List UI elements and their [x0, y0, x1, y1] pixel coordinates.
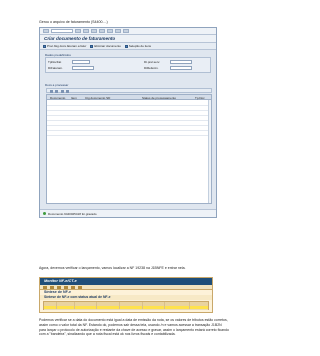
- exit-icon[interactable]: [91, 29, 97, 33]
- delete-document-button[interactable]: Eliminar documento: [90, 44, 121, 48]
- col-doc-type[interactable]: Tp.Doc: [195, 96, 205, 100]
- delete-icon: [90, 44, 94, 48]
- sort-icon[interactable]: [64, 285, 68, 289]
- billing-date-label: DtFaturam.: [48, 66, 64, 70]
- column-divider: [189, 302, 190, 309]
- select-all-icon[interactable]: [50, 90, 53, 93]
- col-item[interactable]: Item: [71, 96, 77, 100]
- column-divider: [96, 302, 97, 309]
- filter-icon[interactable]: [57, 285, 61, 289]
- billing-type-label: TpDocFat: [48, 60, 62, 64]
- item-selection-button[interactable]: Seleção de itens: [124, 44, 152, 48]
- application-toolbar: Proc.bkg docs.faturam.a fatur Eliminar d…: [40, 43, 216, 50]
- save-icon[interactable]: [75, 29, 81, 33]
- success-icon: [43, 212, 46, 215]
- billing-type-field[interactable]: [72, 60, 90, 64]
- screen-title: Criar documento de faturamento: [40, 35, 216, 43]
- documents-grid: Documento Item Ctg documento SD Status d…: [46, 94, 212, 204]
- reference-date-label: DtReferên.: [144, 66, 159, 70]
- background-processing-label: Proc.bkg docs.faturam.a fatur: [47, 44, 87, 48]
- layout-icon[interactable]: [78, 285, 82, 289]
- middle-text: Agora, devemos verificar o lançamento, v…: [39, 266, 186, 270]
- col-document[interactable]: Documento: [50, 96, 65, 100]
- find-icon[interactable]: [115, 29, 121, 33]
- sort-icon[interactable]: [61, 90, 64, 93]
- status-bar: Documento 9440025418 foi gravado: [40, 209, 216, 217]
- back-icon[interactable]: [83, 29, 89, 33]
- col-processing-status[interactable]: Status de processamento: [142, 96, 176, 100]
- grid-scrollbar[interactable]: [208, 100, 211, 203]
- background-processing-button[interactable]: Proc.bkg docs.faturam.a fatur: [43, 44, 86, 48]
- billing-date-field[interactable]: [72, 66, 94, 70]
- grid-header: Documento Item Ctg documento SD Status d…: [47, 95, 211, 100]
- column-divider: [164, 302, 165, 309]
- table-row[interactable]: [47, 130, 211, 131]
- service-date-field[interactable]: [170, 60, 192, 64]
- check-icon[interactable]: [43, 29, 49, 33]
- help-icon[interactable]: [123, 29, 129, 33]
- sap-screenshot-billing: Criar documento de faturamento Proc.bkg …: [39, 27, 217, 218]
- intro-text: Gerou o arquivo de faturamento (S4400...…: [39, 20, 108, 24]
- closing-paragraph: Podemos verificar se a data do documento…: [39, 318, 229, 337]
- sap-menu-bar: [40, 28, 216, 35]
- table-row[interactable]: [47, 115, 211, 116]
- column-divider: [56, 302, 57, 309]
- sap-screenshot-nfe-monitor: Monitor NF-e/CT-e Síntese de NF-e Síntes…: [39, 277, 213, 313]
- column-divider: [142, 302, 143, 309]
- table-row[interactable]: [47, 125, 211, 126]
- deselect-all-icon[interactable]: [55, 90, 58, 93]
- refresh-icon[interactable]: [43, 285, 47, 289]
- table-row[interactable]: [44, 309, 208, 310]
- docs-to-process-label: Docs a processar: [45, 83, 69, 87]
- item-selection-label: Seleção de itens: [128, 44, 152, 48]
- status-message: Documento 9440025418 foi gravado: [48, 211, 97, 216]
- print-icon[interactable]: [107, 29, 113, 33]
- table-row[interactable]: [47, 105, 211, 106]
- nfe-table: [43, 301, 209, 310]
- service-date-label: Dt.prel.serv.: [144, 60, 160, 64]
- export-icon[interactable]: [71, 285, 75, 289]
- table-row[interactable]: [47, 110, 211, 111]
- reference-date-field[interactable]: [170, 66, 192, 70]
- column-divider: [119, 302, 120, 309]
- column-divider: [74, 302, 75, 309]
- selection-icon: [124, 44, 128, 48]
- command-field[interactable]: [51, 29, 73, 33]
- delete-document-label: Eliminar documento: [94, 44, 121, 48]
- col-sd-category[interactable]: Ctg documento SD: [85, 96, 110, 100]
- filter-icon[interactable]: [66, 90, 69, 93]
- table-row[interactable]: [47, 120, 211, 121]
- monitor-title: Monitor NF-e/CT-e: [40, 278, 212, 285]
- details-icon[interactable]: [50, 285, 54, 289]
- cancel-icon[interactable]: [99, 29, 105, 33]
- table-row[interactable]: [47, 135, 211, 136]
- process-icon: [43, 44, 46, 48]
- grid-toolbar: [46, 88, 212, 93]
- monitor-section-header: Síntese de NF-e com status atual de NF-e: [40, 295, 212, 300]
